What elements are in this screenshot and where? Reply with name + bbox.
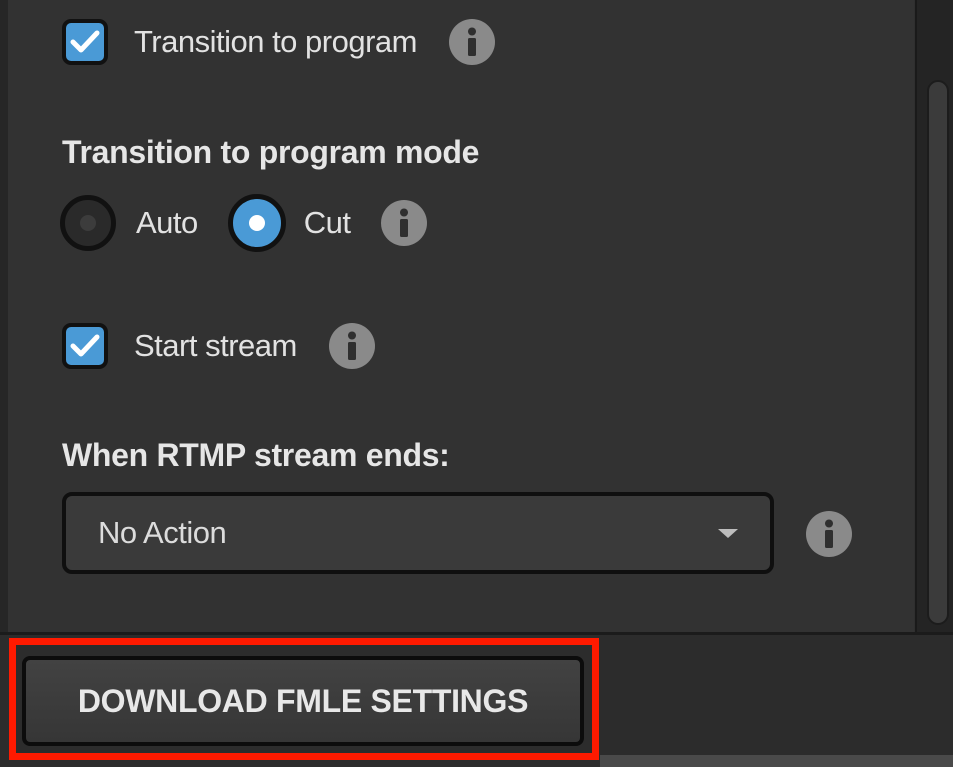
transition-to-program-checkbox[interactable] xyxy=(62,19,108,65)
start-stream-checkbox[interactable] xyxy=(62,323,108,369)
info-icon[interactable] xyxy=(328,323,375,369)
info-icon[interactable] xyxy=(380,200,427,246)
transition-to-program-label: Transition to program xyxy=(134,24,417,59)
chevron-down-icon xyxy=(718,528,738,538)
radio-cut[interactable] xyxy=(227,194,286,252)
settings-panel: Transition to program Transition to prog… xyxy=(0,0,953,767)
scrollbar-thumb[interactable] xyxy=(927,80,949,625)
radio-cut-label: Cut xyxy=(303,205,351,240)
rtmp-end-heading: When RTMP stream ends: xyxy=(62,437,450,473)
radio-auto-dot xyxy=(80,215,96,231)
transition-mode-heading: Transition to program mode xyxy=(62,134,480,170)
panel-edge xyxy=(0,0,8,632)
transition-mode-options: Auto Cut xyxy=(60,194,427,252)
rtmp-end-select-value: No Action xyxy=(98,515,227,550)
radio-auto-label: Auto xyxy=(136,205,198,240)
check-icon xyxy=(70,334,100,357)
download-fmle-settings-button[interactable]: DOWNLOAD FMLE SETTINGS xyxy=(22,656,584,746)
start-stream-row: Start stream xyxy=(62,323,375,369)
start-stream-label: Start stream xyxy=(134,328,297,363)
rtmp-end-select[interactable]: No Action xyxy=(62,492,774,574)
transition-to-program-row: Transition to program xyxy=(62,19,495,65)
bottom-strip xyxy=(600,755,953,767)
info-glyph xyxy=(399,208,408,237)
info-glyph xyxy=(825,519,833,548)
info-glyph xyxy=(467,27,476,56)
info-icon[interactable] xyxy=(448,19,495,65)
radio-auto[interactable] xyxy=(60,195,116,251)
radio-cut-dot xyxy=(248,215,265,231)
info-glyph xyxy=(347,331,356,360)
check-icon xyxy=(70,30,100,53)
info-icon[interactable] xyxy=(806,511,852,557)
